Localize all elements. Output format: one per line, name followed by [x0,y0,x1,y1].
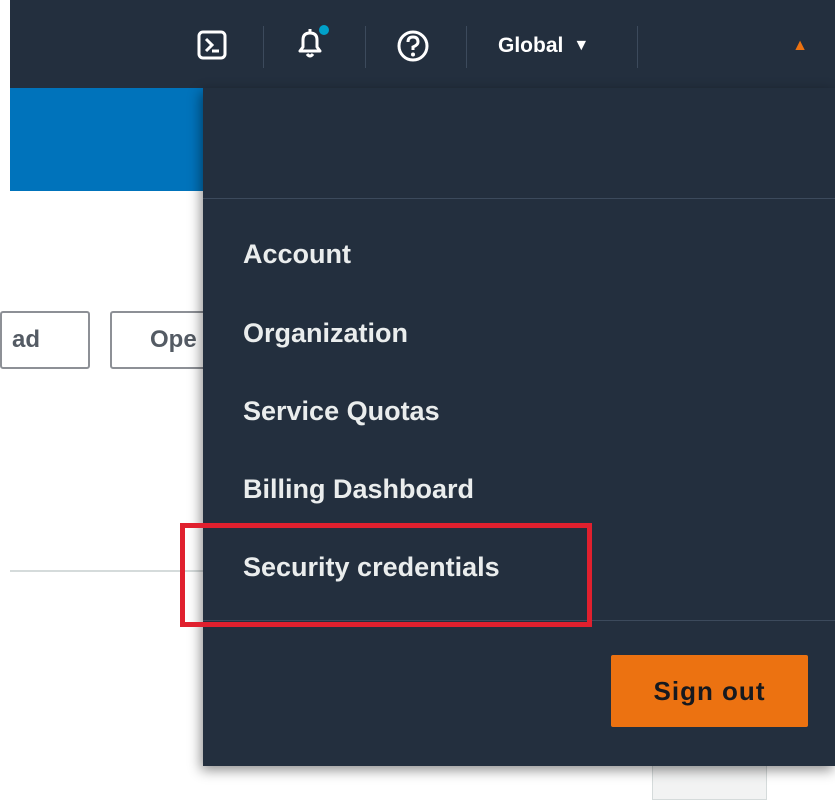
menu-item-service-quotas[interactable]: Service Quotas [243,396,440,427]
page-header-banner [10,88,203,191]
background-button-label: Ope [150,326,197,353]
menu-divider [203,198,835,199]
background-panel [652,762,767,800]
region-selector[interactable]: Global ▼ [498,28,589,64]
region-label: Global [498,34,564,57]
help-icon[interactable] [395,28,431,64]
page-content-area [10,191,203,800]
notifications-bell-icon[interactable] [290,24,330,64]
sign-out-button[interactable]: Sign out [611,655,808,727]
menu-item-organization[interactable]: Organization [243,318,408,349]
nav-divider [365,26,366,68]
chevron-up-icon: ▲ [792,37,808,54]
nav-divider [637,26,638,68]
bell-icon-glyph [298,25,329,58]
top-navigation-bar: Global ▼ ▲ [10,0,835,88]
page-edge [0,0,10,800]
menu-item-account[interactable]: Account [243,239,351,270]
page-divider [10,570,203,572]
background-button-partial[interactable]: ad [0,311,90,369]
help-icon-glyph [397,30,429,62]
notification-dot [319,25,329,35]
account-menu-toggle[interactable]: ▲ [780,36,820,56]
chevron-down-icon: ▼ [573,37,590,54]
menu-item-billing-dashboard[interactable]: Billing Dashboard [243,474,474,505]
nav-divider [466,26,467,68]
cloudshell-icon-glyph [197,30,227,60]
cloudshell-icon[interactable] [195,28,229,62]
background-button-label: ad [12,326,41,353]
menu-item-security-credentials[interactable]: Security credentials [243,552,500,583]
nav-divider [263,26,264,68]
menu-divider [203,620,835,621]
